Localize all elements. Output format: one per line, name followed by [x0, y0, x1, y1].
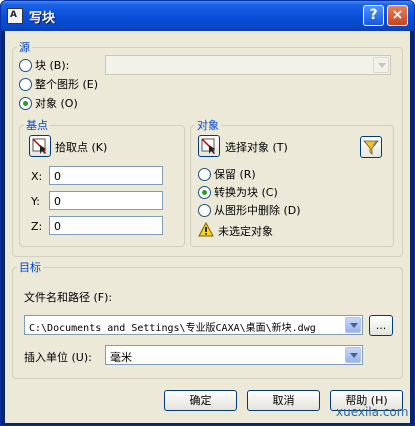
chevron-down-icon[interactable]: [345, 317, 361, 333]
radio-convert-to-block-indicator[interactable]: [198, 185, 211, 199]
radio-convert-to-block-label: 转换为块 (C): [214, 186, 278, 199]
radio-convert-to-block[interactable]: 转换为块 (C): [198, 184, 278, 200]
pick-point-icon: [32, 138, 46, 154]
window-title: 写块: [29, 11, 56, 26]
radio-retain-label: 保留 (R): [214, 168, 256, 181]
radio-delete-from-drawing[interactable]: 从图形中删除 (D): [198, 202, 301, 218]
close-button[interactable]: ×: [387, 5, 408, 26]
z-input[interactable]: 0: [49, 216, 163, 235]
radio-entire-drawing[interactable]: 整个图形 (E): [19, 76, 98, 92]
x-label: X:: [31, 170, 43, 183]
y-input[interactable]: 0: [49, 191, 163, 210]
z-input-value: 0: [54, 220, 61, 233]
radio-objects-label: 对象 (O): [35, 97, 78, 110]
units-combo[interactable]: 毫米: [105, 345, 363, 365]
units-label: 插入单位 (U):: [24, 351, 92, 364]
chevron-down-icon[interactable]: [345, 347, 361, 363]
path-combo[interactable]: C:\Documents and Settings\专业版CAXA\桌面\新块.…: [24, 315, 363, 335]
warning-icon: [198, 222, 214, 237]
selection-status: 未选定对象: [218, 225, 273, 238]
browse-button[interactable]: ...: [369, 315, 393, 336]
radio-entire-drawing-label: 整个图形 (E): [35, 78, 99, 91]
radio-entire-drawing-indicator[interactable]: [19, 77, 32, 91]
x-input-value: 0: [54, 170, 61, 183]
dialog-window: A 写块 ? × 源 块 (B): 整个图形 (E) 对象 (O) 基点 拾取点…: [0, 0, 415, 426]
quick-select-funnel-icon: [363, 140, 379, 155]
radio-block[interactable]: 块 (B):: [19, 57, 69, 73]
select-objects-icon: [201, 138, 215, 154]
path-value: C:\Documents and Settings\专业版CAXA\桌面\新块.…: [29, 323, 316, 334]
select-objects-label: 选择对象 (T): [225, 141, 288, 154]
app-icon: A: [7, 8, 23, 24]
path-label: 文件名和路径 (F):: [24, 291, 113, 304]
objects-legend: 对象: [197, 119, 219, 132]
cancel-button[interactable]: 取消: [247, 390, 320, 411]
radio-delete-from-drawing-label: 从图形中删除 (D): [214, 204, 301, 217]
radio-delete-from-drawing-indicator[interactable]: [198, 203, 211, 217]
y-input-value: 0: [54, 195, 61, 208]
radio-block-label: 块 (B):: [35, 59, 70, 72]
x-input[interactable]: 0: [49, 166, 163, 185]
app-icon-glyph: A: [10, 10, 17, 20]
pick-point-label: 拾取点 (K): [55, 141, 108, 154]
radio-objects-indicator[interactable]: [19, 96, 32, 110]
source-legend: 源: [19, 41, 30, 54]
y-label: Y:: [31, 195, 40, 208]
radio-retain-indicator[interactable]: [198, 167, 211, 181]
title-bar[interactable]: A 写块 ? ×: [1, 1, 414, 31]
chevron-down-icon[interactable]: [373, 57, 389, 73]
units-value: 毫米: [110, 351, 132, 364]
select-objects-button[interactable]: [198, 135, 220, 157]
base-point-legend: 基点: [26, 119, 48, 132]
radio-retain[interactable]: 保留 (R): [198, 166, 256, 182]
ok-button[interactable]: 确定: [164, 390, 237, 411]
watermark-text: xuexila.com: [336, 405, 409, 419]
z-label: Z:: [31, 220, 43, 233]
pick-point-button[interactable]: [29, 135, 51, 157]
quick-select-button[interactable]: [360, 136, 382, 158]
radio-objects[interactable]: 对象 (O): [19, 95, 78, 111]
radio-block-indicator[interactable]: [19, 58, 32, 72]
destination-legend: 目标: [19, 261, 41, 274]
help-title-button[interactable]: ?: [363, 5, 384, 26]
dialog-body: 源 块 (B): 整个图形 (E) 对象 (O) 基点 拾取点 (K) X: 0…: [5, 31, 410, 423]
block-name-combo[interactable]: [105, 55, 391, 75]
